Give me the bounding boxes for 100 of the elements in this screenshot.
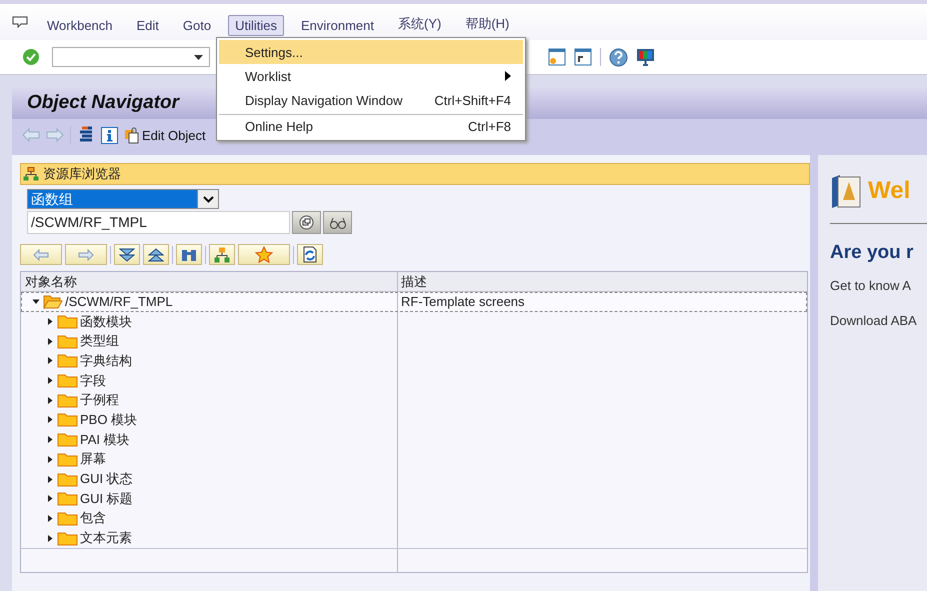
- menu-item[interactable]: Settings...: [219, 40, 523, 64]
- tree-node-label: 包含: [80, 509, 106, 528]
- folder-icon: [57, 412, 78, 428]
- tree-row[interactable]: PBO 模块: [21, 410, 807, 430]
- book-icon: [830, 174, 862, 208]
- tree-node-label: GUI 状态: [80, 470, 133, 488]
- tree-row[interactable]: 屏幕: [21, 450, 807, 470]
- tree-row[interactable]: 类型组: [21, 331, 807, 352]
- tree-node-label: GUI 标题: [80, 490, 133, 508]
- menu-item[interactable]: Environment: [294, 15, 381, 36]
- monitor-icon[interactable]: [636, 48, 655, 66]
- expander-icon[interactable]: [45, 377, 55, 384]
- find-button[interactable]: [176, 244, 202, 265]
- menu-item[interactable]: Workbench: [40, 15, 120, 36]
- welcome-link[interactable]: Get to know A: [830, 278, 927, 293]
- tree-node-label: 屏幕: [80, 450, 106, 468]
- tree-node-label: PAI 模块: [80, 430, 130, 449]
- folder-icon: [57, 510, 78, 526]
- forward-button[interactable]: [65, 244, 107, 265]
- menu-item[interactable]: Online Help Ctrl+F8: [219, 114, 523, 138]
- collapse-button[interactable]: [143, 244, 169, 265]
- folder-icon: [57, 432, 78, 448]
- chevron-down-icon: [202, 196, 214, 202]
- welcome-link[interactable]: Download ABA: [830, 313, 927, 328]
- expander-icon[interactable]: [45, 357, 55, 364]
- column-header[interactable]: 对象名称: [21, 272, 398, 291]
- object-name-field[interactable]: /SCWM/RF_TMPL: [27, 211, 290, 234]
- edit-object-button[interactable]: Edit Object: [124, 126, 206, 144]
- menu-item[interactable]: 帮助(H): [458, 12, 516, 36]
- tree-row[interactable]: /SCWM/RF_TMPL RF-Template screens: [21, 292, 807, 312]
- panel-header: 资源库浏览器: [43, 165, 121, 183]
- menu-item[interactable]: Worklist: [219, 64, 523, 88]
- display-button[interactable]: [292, 211, 321, 234]
- folder-icon: [57, 491, 78, 506]
- expander-icon[interactable]: [45, 514, 55, 522]
- expand-all-icon: [119, 248, 135, 262]
- tree-row[interactable]: 函数模块: [21, 312, 807, 332]
- welcome-title: Wel: [868, 177, 910, 205]
- tree-row[interactable]: 包含: [21, 508, 807, 528]
- tree-row[interactable]: 字段: [21, 370, 807, 390]
- column-header[interactable]: 描述: [398, 272, 807, 291]
- welcome-heading: Are you r: [830, 242, 914, 264]
- submenu-arrow-icon: [505, 71, 511, 81]
- help-icon[interactable]: [609, 48, 628, 66]
- refresh-icon: [302, 246, 318, 263]
- display-icon: [299, 215, 314, 230]
- hierarchy-button[interactable]: [209, 244, 235, 265]
- star-icon: [255, 246, 273, 263]
- refresh-button[interactable]: [297, 244, 323, 265]
- back-icon: [33, 248, 49, 260]
- tree-row[interactable]: GUI 状态: [21, 469, 807, 489]
- back-button[interactable]: [20, 244, 62, 265]
- expander-icon[interactable]: [45, 495, 55, 502]
- info-icon[interactable]: [101, 126, 118, 144]
- window-shortcut-icon[interactable]: [574, 48, 592, 66]
- description-cell: RF-Template screens: [401, 294, 525, 310]
- menu-item[interactable]: Edit: [130, 15, 166, 36]
- expand-button[interactable]: [114, 244, 140, 265]
- tree-row[interactable]: 子例程: [21, 390, 807, 410]
- command-field[interactable]: [52, 47, 210, 67]
- favorites-button[interactable]: [238, 244, 290, 265]
- expander-icon[interactable]: [45, 338, 55, 345]
- tree-row[interactable]: 文本元素: [21, 528, 807, 548]
- forward-icon: [78, 248, 94, 260]
- check-icon[interactable]: [22, 48, 40, 66]
- glasses-icon: [328, 216, 346, 228]
- tree-node-label: /SCWM/RF_TMPL: [65, 294, 173, 310]
- collapse-all-icon: [148, 248, 164, 262]
- tree-node-label: PBO 模块: [80, 410, 138, 429]
- folder-icon: [57, 472, 78, 487]
- expander-icon[interactable]: [45, 318, 55, 326]
- hierarchy-icon: [23, 167, 39, 181]
- menu-item[interactable]: Display Navigation Window Ctrl+Shift+F4: [219, 88, 523, 112]
- expander-icon[interactable]: [45, 476, 55, 483]
- menu-item[interactable]: Utilities: [228, 15, 284, 36]
- tree-node-label: 类型组: [80, 332, 119, 350]
- menu-item[interactable]: Goto: [176, 15, 218, 36]
- tree-row[interactable]: 字典结构: [21, 351, 807, 371]
- expander-icon[interactable]: [45, 436, 55, 444]
- tree-row[interactable]: PAI 模块: [21, 430, 807, 450]
- new-window-icon[interactable]: [548, 48, 566, 66]
- expander-icon[interactable]: [45, 534, 55, 542]
- menu-item[interactable]: 系统(Y): [391, 12, 448, 36]
- folder-icon: [57, 392, 78, 408]
- object-type-dropdown[interactable]: 函数组: [27, 189, 219, 209]
- tree-node-label: 函数模块: [80, 312, 132, 331]
- folder-icon: [57, 530, 78, 546]
- expander-icon[interactable]: [31, 298, 41, 306]
- folder-icon: [57, 314, 78, 330]
- expander-icon[interactable]: [45, 396, 55, 404]
- folder-icon: [57, 373, 78, 388]
- edit-object-icon: [124, 126, 140, 144]
- glasses-button[interactable]: [323, 211, 352, 234]
- folder-icon: [57, 452, 78, 467]
- hierarchy-icon[interactable]: [77, 126, 95, 144]
- expander-icon[interactable]: [45, 416, 55, 424]
- tree-row[interactable]: GUI 标题: [21, 488, 807, 509]
- expander-icon[interactable]: [45, 456, 55, 463]
- tree-node-label: 字段: [80, 372, 106, 390]
- hierarchy-icon: [214, 246, 230, 262]
